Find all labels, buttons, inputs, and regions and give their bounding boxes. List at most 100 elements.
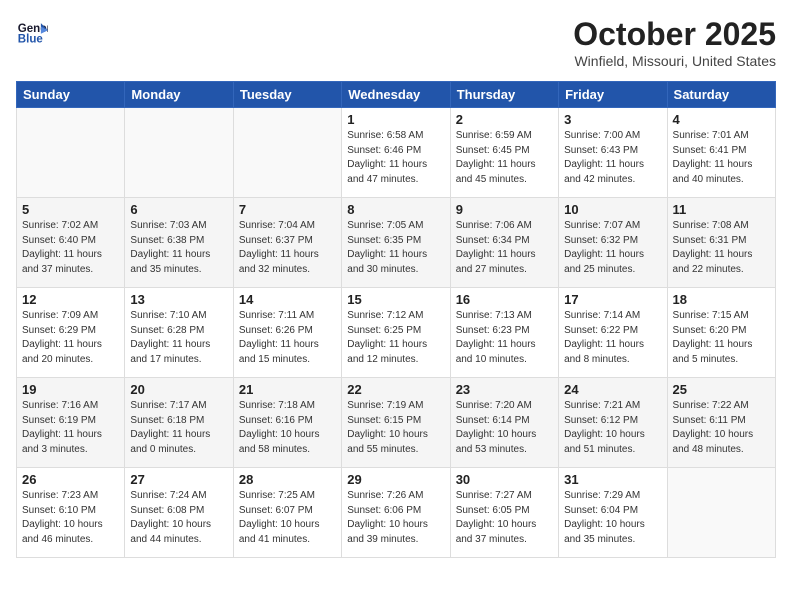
day-info: Sunrise: 7:09 AM Sunset: 6:29 PM Dayligh… (22, 309, 119, 367)
day-info: Sunrise: 7:22 AM Sunset: 6:11 PM Dayligh… (673, 399, 770, 457)
calendar-week-4: 19Sunrise: 7:16 AM Sunset: 6:19 PM Dayli… (17, 378, 776, 468)
day-number: 19 (22, 382, 119, 397)
day-number: 17 (564, 292, 661, 307)
day-number: 9 (456, 202, 553, 217)
day-number: 27 (130, 472, 227, 487)
day-number: 5 (22, 202, 119, 217)
day-number: 8 (347, 202, 444, 217)
calendar-week-3: 12 Sunrise: 7:09 AM Sunset: 6:29 PM Dayli… (17, 288, 776, 378)
day-info: Sunrise: 7:02 AM Sunset: 6:40 PM Dayligh… (22, 219, 119, 277)
day-info: Sunrise: 7:21 AM Sunset: 6:12 PM Dayligh… (564, 399, 661, 457)
day-info: Sunrise: 7:00 AM Sunset: 6:43 PM Dayligh… (564, 129, 661, 187)
day-info: Sunrise: 7:20 AM Sunset: 6:14 PM Dayligh… (456, 399, 553, 457)
day-number: 12 (22, 292, 119, 307)
calendar-cell: 3 Sunrise: 7:00 AM Sunset: 6:43 PM Daylig… (559, 108, 667, 198)
calendar-cell: 6Sunrise: 7:03 AM Sunset: 6:38 PM Daylig… (125, 198, 233, 288)
calendar-cell: 9 Sunrise: 7:06 AM Sunset: 6:34 PM Daylig… (450, 198, 558, 288)
day-number: 11 (673, 202, 770, 217)
weekday-header-friday: Friday (559, 82, 667, 108)
day-info: Sunrise: 7:04 AM Sunset: 6:37 PM Dayligh… (239, 219, 336, 277)
title-block: October 2025 Winfield, Missouri, United … (573, 16, 776, 69)
day-info: Sunrise: 7:06 AM Sunset: 6:34 PM Dayligh… (456, 219, 553, 277)
day-number: 25 (673, 382, 770, 397)
calendar-cell: 26 Sunrise: 7:23 AM Sunset: 6:10 PM Dayli… (17, 468, 125, 558)
calendar-cell: 21 Sunrise: 7:18 AM Sunset: 6:16 PM Dayli… (233, 378, 341, 468)
day-number: 7 (239, 202, 336, 217)
calendar-cell: 15 Sunrise: 7:12 AM Sunset: 6:25 PM Dayli… (342, 288, 450, 378)
location: Winfield, Missouri, United States (573, 53, 776, 69)
day-number: 4 (673, 112, 770, 127)
calendar-week-1: 1 Sunrise: 6:58 AM Sunset: 6:46 PM Daylig… (17, 108, 776, 198)
calendar-cell: 24 Sunrise: 7:21 AM Sunset: 6:12 PM Dayli… (559, 378, 667, 468)
svg-text:Blue: Blue (18, 34, 44, 46)
day-info: Sunrise: 7:19 AM Sunset: 6:15 PM Dayligh… (347, 399, 444, 457)
day-number: 22 (347, 382, 444, 397)
calendar-cell: 12 Sunrise: 7:09 AM Sunset: 6:29 PM Dayli… (17, 288, 125, 378)
calendar-cell (667, 468, 775, 558)
day-number: 2 (456, 112, 553, 127)
day-info: Sunrise: 7:23 AM Sunset: 6:10 PM Dayligh… (22, 489, 119, 547)
calendar-week-2: 5 Sunrise: 7:02 AM Sunset: 6:40 PM Daylig… (17, 198, 776, 288)
day-info: Sunrise: 7:15 AM Sunset: 6:20 PM Dayligh… (673, 309, 770, 367)
calendar-cell: 25 Sunrise: 7:22 AM Sunset: 6:11 PM Dayli… (667, 378, 775, 468)
month-title: October 2025 (573, 16, 776, 53)
calendar-cell: 18 Sunrise: 7:15 AM Sunset: 6:20 PM Dayli… (667, 288, 775, 378)
day-number: 14 (239, 292, 336, 307)
calendar-cell: 8 Sunrise: 7:05 AM Sunset: 6:35 PM Daylig… (342, 198, 450, 288)
day-info: Sunrise: 7:29 AM Sunset: 6:04 PM Dayligh… (564, 489, 661, 547)
calendar-cell (233, 108, 341, 198)
calendar-cell: 13Sunrise: 7:10 AM Sunset: 6:28 PM Dayli… (125, 288, 233, 378)
logo-icon: General Blue (16, 16, 48, 48)
day-info: Sunrise: 7:10 AM Sunset: 6:28 PM Dayligh… (130, 309, 227, 367)
day-number: 26 (22, 472, 119, 487)
calendar-table: SundayMondayTuesdayWednesdayThursdayFrid… (16, 81, 776, 558)
day-info: Sunrise: 7:07 AM Sunset: 6:32 PM Dayligh… (564, 219, 661, 277)
weekday-header-sunday: Sunday (17, 82, 125, 108)
day-info: Sunrise: 6:59 AM Sunset: 6:45 PM Dayligh… (456, 129, 553, 187)
day-info: Sunrise: 6:58 AM Sunset: 6:46 PM Dayligh… (347, 129, 444, 187)
calendar-cell: 23Sunrise: 7:20 AM Sunset: 6:14 PM Dayli… (450, 378, 558, 468)
calendar-week-5: 26 Sunrise: 7:23 AM Sunset: 6:10 PM Dayli… (17, 468, 776, 558)
calendar-cell (125, 108, 233, 198)
calendar-cell: 19Sunrise: 7:16 AM Sunset: 6:19 PM Dayli… (17, 378, 125, 468)
page-header: General Blue October 2025 Winfield, Miss… (16, 16, 776, 69)
weekday-header-tuesday: Tuesday (233, 82, 341, 108)
calendar-cell: 17 Sunrise: 7:14 AM Sunset: 6:22 PM Dayli… (559, 288, 667, 378)
day-info: Sunrise: 7:17 AM Sunset: 6:18 PM Dayligh… (130, 399, 227, 457)
day-number: 10 (564, 202, 661, 217)
calendar-cell (17, 108, 125, 198)
calendar-cell: 28Sunrise: 7:25 AM Sunset: 6:07 PM Dayli… (233, 468, 341, 558)
day-info: Sunrise: 7:27 AM Sunset: 6:05 PM Dayligh… (456, 489, 553, 547)
day-number: 15 (347, 292, 444, 307)
calendar-cell: 16Sunrise: 7:13 AM Sunset: 6:23 PM Dayli… (450, 288, 558, 378)
day-number: 31 (564, 472, 661, 487)
day-info: Sunrise: 7:13 AM Sunset: 6:23 PM Dayligh… (456, 309, 553, 367)
logo: General Blue (16, 16, 48, 48)
day-info: Sunrise: 7:08 AM Sunset: 6:31 PM Dayligh… (673, 219, 770, 277)
calendar-header-row: SundayMondayTuesdayWednesdayThursdayFrid… (17, 82, 776, 108)
day-info: Sunrise: 7:14 AM Sunset: 6:22 PM Dayligh… (564, 309, 661, 367)
day-info: Sunrise: 7:05 AM Sunset: 6:35 PM Dayligh… (347, 219, 444, 277)
day-number: 30 (456, 472, 553, 487)
calendar-cell: 14Sunrise: 7:11 AM Sunset: 6:26 PM Dayli… (233, 288, 341, 378)
day-number: 21 (239, 382, 336, 397)
day-number: 29 (347, 472, 444, 487)
calendar-cell: 20Sunrise: 7:17 AM Sunset: 6:18 PM Dayli… (125, 378, 233, 468)
calendar-cell: 2 Sunrise: 6:59 AM Sunset: 6:45 PM Daylig… (450, 108, 558, 198)
calendar-cell: 29Sunrise: 7:26 AM Sunset: 6:06 PM Dayli… (342, 468, 450, 558)
weekday-header-wednesday: Wednesday (342, 82, 450, 108)
day-info: Sunrise: 7:18 AM Sunset: 6:16 PM Dayligh… (239, 399, 336, 457)
calendar-cell: 10 Sunrise: 7:07 AM Sunset: 6:32 PM Dayli… (559, 198, 667, 288)
day-number: 24 (564, 382, 661, 397)
calendar-cell: 30 Sunrise: 7:27 AM Sunset: 6:05 PM Dayli… (450, 468, 558, 558)
calendar-cell: 5 Sunrise: 7:02 AM Sunset: 6:40 PM Daylig… (17, 198, 125, 288)
day-number: 1 (347, 112, 444, 127)
day-info: Sunrise: 7:03 AM Sunset: 6:38 PM Dayligh… (130, 219, 227, 277)
day-number: 18 (673, 292, 770, 307)
calendar-cell: 7 Sunrise: 7:04 AM Sunset: 6:37 PM Daylig… (233, 198, 341, 288)
day-info: Sunrise: 7:01 AM Sunset: 6:41 PM Dayligh… (673, 129, 770, 187)
calendar-cell: 27 Sunrise: 7:24 AM Sunset: 6:08 PM Dayli… (125, 468, 233, 558)
day-number: 3 (564, 112, 661, 127)
day-info: Sunrise: 7:12 AM Sunset: 6:25 PM Dayligh… (347, 309, 444, 367)
day-info: Sunrise: 7:24 AM Sunset: 6:08 PM Dayligh… (130, 489, 227, 547)
